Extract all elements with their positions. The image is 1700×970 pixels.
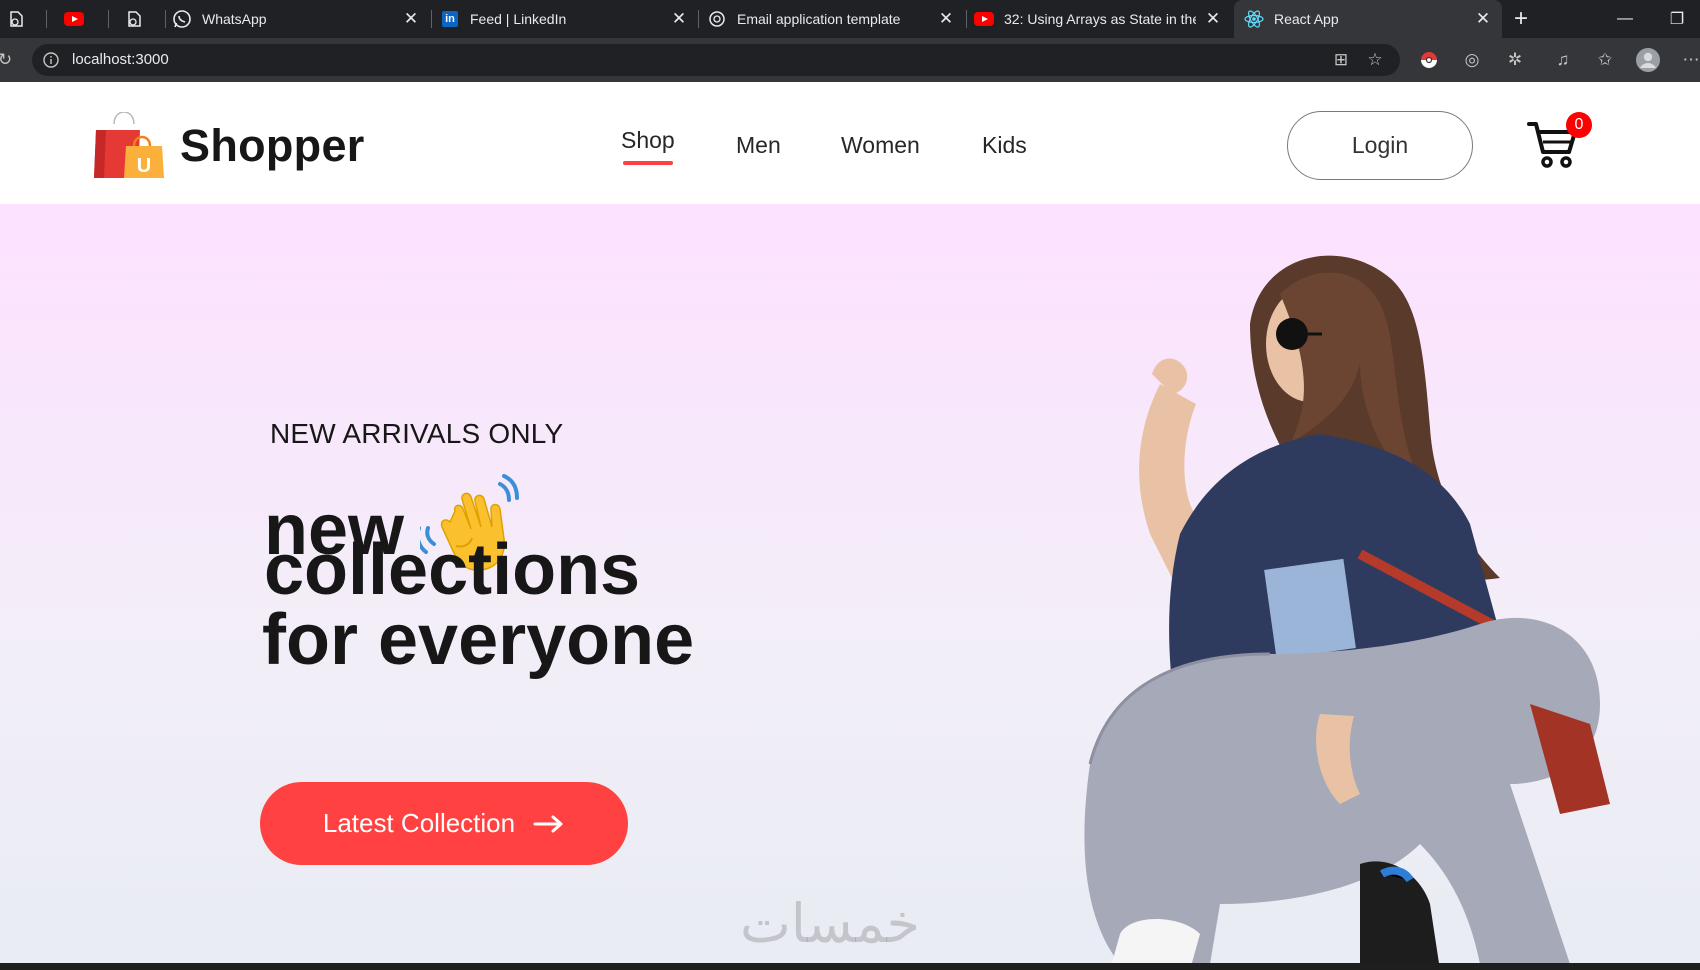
tab-react-app[interactable]: React App ✕ [1234,0,1502,38]
address-bar[interactable]: localhost:3000 ⊞ ☆ [32,44,1400,76]
close-icon[interactable]: ✕ [402,9,420,29]
reload-icon[interactable]: ↻ [0,47,18,73]
favorites-list-icon[interactable]: ✩ [1592,47,1618,73]
hero-tagline: NEW ARRIVALS ONLY [270,418,564,449]
watermark-logo: خمسات [740,892,921,955]
hero-model-image [1084,255,1610,970]
tab-pinned-file-2[interactable] [124,0,160,38]
tab-title: 32: Using Arrays as State in the [1004,11,1196,27]
media-icon[interactable]: ♫ [1550,47,1576,73]
hero-title-line-3: for everyone [262,600,695,680]
info-icon[interactable] [42,51,60,74]
url-text: localhost:3000 [72,51,169,68]
extensions-puzzle-icon[interactable]: ✲ [1502,47,1528,73]
close-icon[interactable]: ✕ [670,9,688,29]
maximize-icon[interactable]: ❐ [1654,0,1700,38]
favorite-star-icon[interactable]: ☆ [1362,47,1388,73]
react-icon [1244,9,1264,29]
menu-item-shop[interactable]: Shop [621,127,675,165]
menu-item-women[interactable]: Women [841,132,920,159]
login-button[interactable]: Login [1287,111,1473,180]
tab-separator [165,10,166,28]
menu-item-label: Kids [982,132,1027,158]
hero-section: NEW ARRIVALS ONLY new collections for ev… [0,204,1700,970]
tab-separator [431,10,432,28]
tab-linkedin[interactable]: in Feed | LinkedIn ✕ [440,0,698,38]
arrow-right-icon [533,815,563,832]
cart-count-badge: 0 [1566,112,1592,138]
chatgpt-icon [707,9,727,29]
tab-title: Email application template [737,11,901,27]
hero-title-line-2: collections [264,530,641,610]
target-extension-icon[interactable]: ◎ [1459,47,1485,73]
menu-item-kids[interactable]: Kids [982,132,1027,159]
more-menu-icon[interactable]: ⋯ [1678,47,1700,73]
site-navbar: U Shopper Shop Men Women Kids Login 0 [0,82,1700,204]
close-icon[interactable]: ✕ [1204,9,1222,29]
menu-item-label: Men [736,132,781,158]
close-icon[interactable]: ✕ [937,9,955,29]
menu-item-men[interactable]: Men [736,132,781,159]
youtube-icon [974,9,994,29]
tab-title: WhatsApp [202,11,267,27]
taskbar-edge [0,963,1700,970]
linkedin-icon: in [440,9,460,29]
tab-youtube[interactable]: 32: Using Arrays as State in the ✕ [974,0,1232,38]
tab-whatsapp[interactable]: WhatsApp ✕ [172,0,430,38]
youtube-icon [64,9,84,29]
file-icon [6,9,26,29]
tab-chatgpt[interactable]: Email application template ✕ [707,0,965,38]
tab-separator [46,10,47,28]
tab-separator [698,10,699,28]
latest-collection-label: Latest Collection [322,808,516,838]
tab-youtube-pinned[interactable] [64,0,100,38]
tab-separator [108,10,109,28]
pokeball-extension-icon[interactable] [1416,47,1442,73]
file-icon [124,9,144,29]
browser-tab-strip: WhatsApp ✕ in Feed | LinkedIn ✕ Email ap… [0,0,1700,38]
whatsapp-icon [172,9,192,29]
address-toolbar: ↻ localhost:3000 ⊞ ☆ ◎ ✲ ♫ ✩ ⋯ [0,38,1700,82]
latest-collection-button[interactable]: Latest Collection [260,782,628,865]
minimize-icon[interactable]: — [1602,0,1648,38]
menu-item-label: Women [841,132,920,158]
menu-item-label: Shop [621,127,675,153]
tab-separator [966,10,967,28]
tab-title: React App [1274,11,1339,27]
app-grid-icon[interactable]: ⊞ [1328,47,1354,73]
tab-pinned-file[interactable] [6,0,42,38]
new-tab-button[interactable]: + [1498,0,1544,38]
active-menu-indicator [623,161,673,165]
close-icon[interactable]: ✕ [1474,9,1492,29]
profile-avatar-icon[interactable] [1635,47,1661,73]
tab-title: Feed | LinkedIn [470,11,567,27]
